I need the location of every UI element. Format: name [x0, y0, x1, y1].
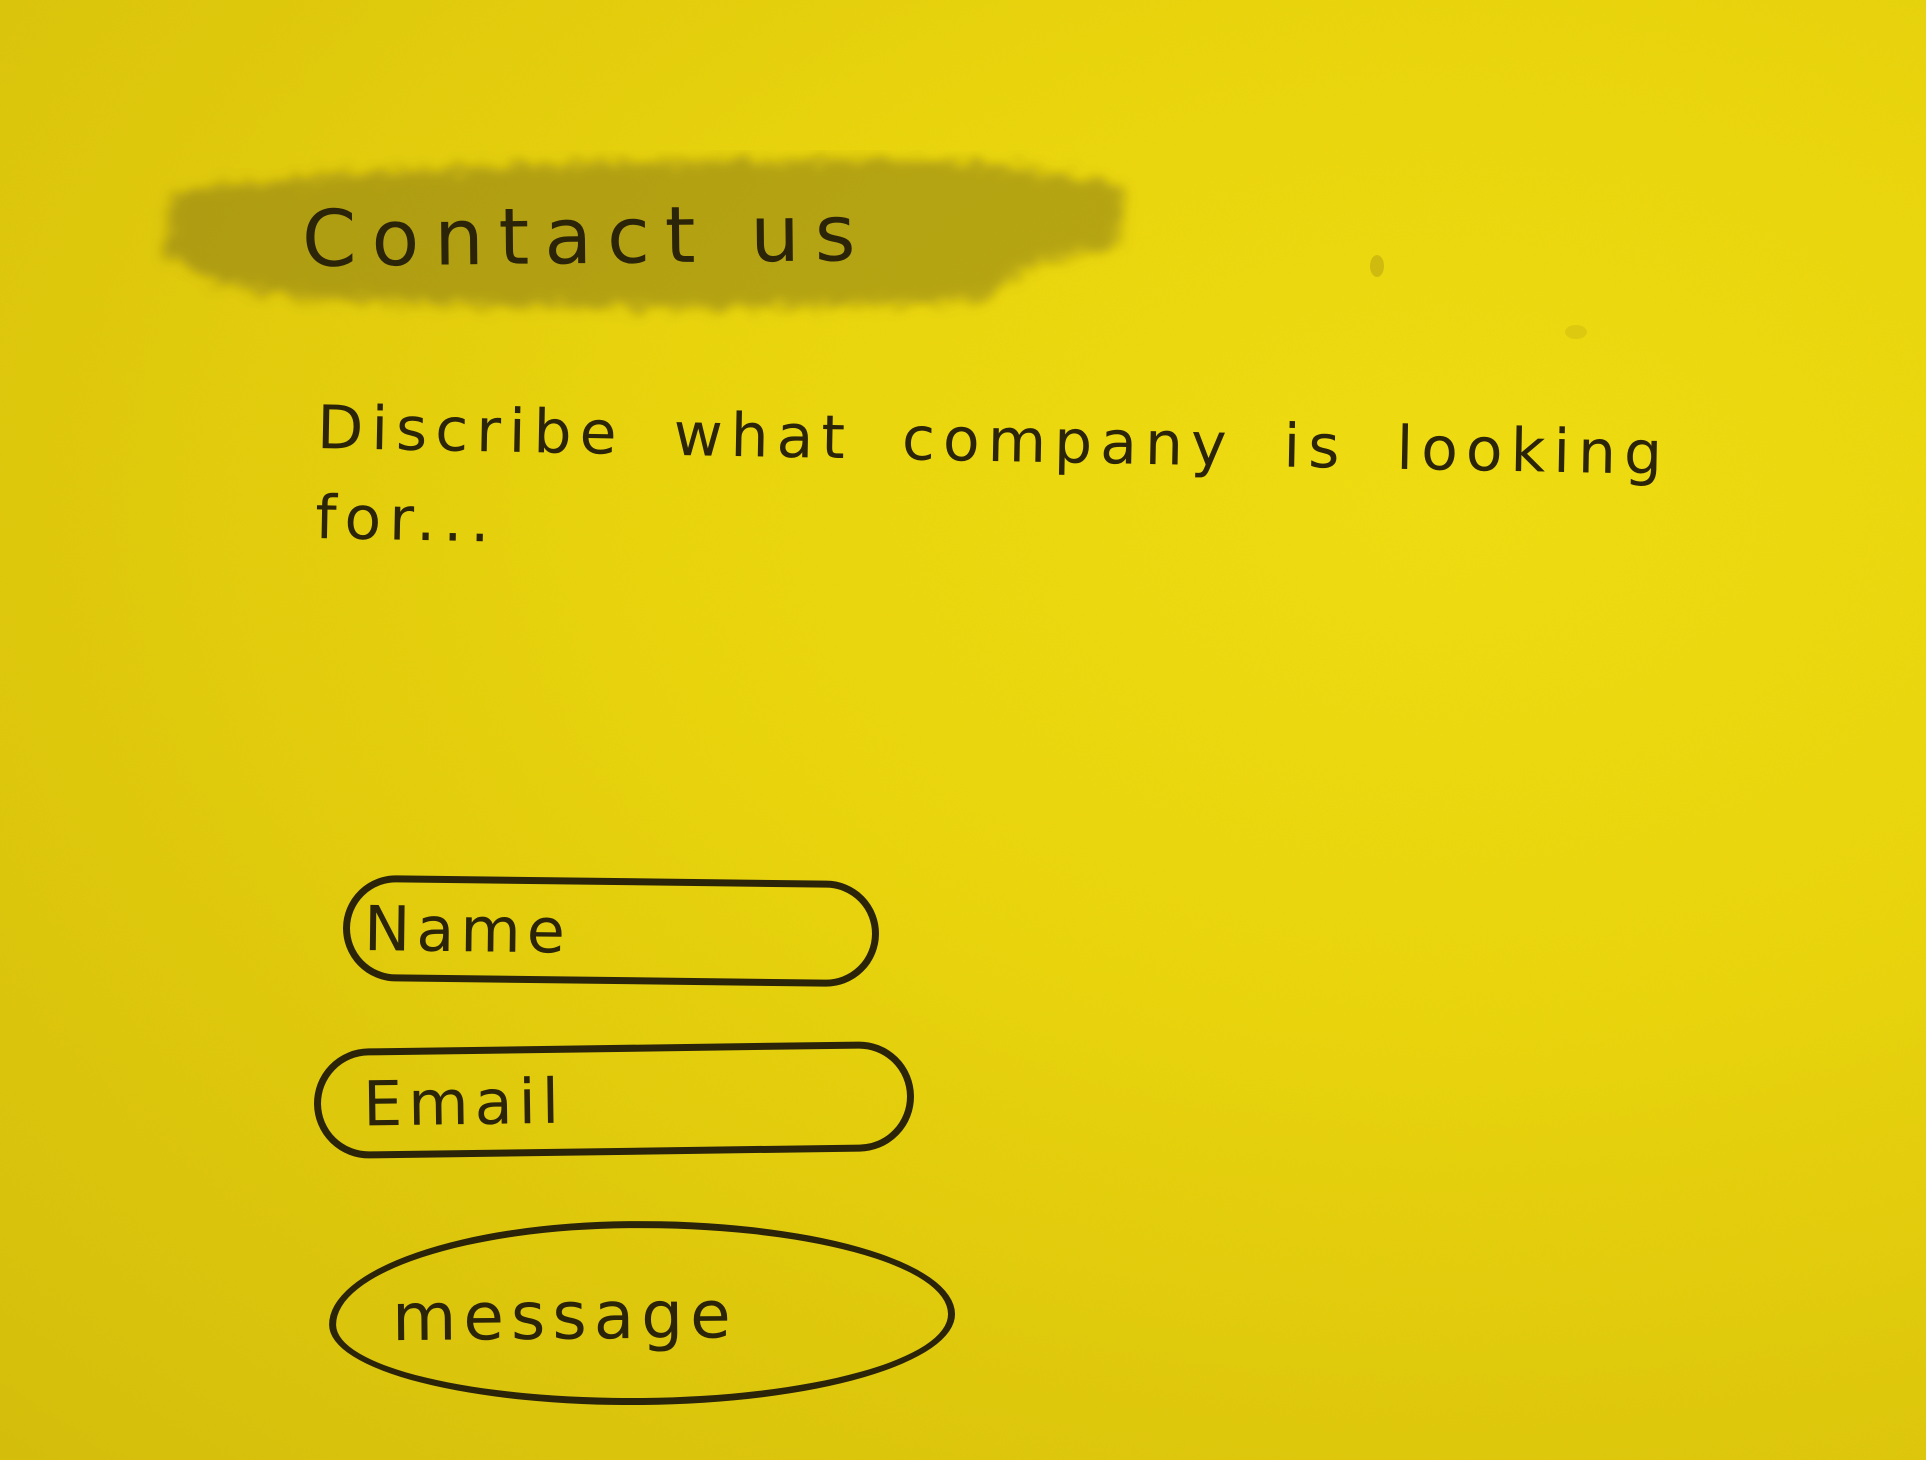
page-description: Discribe what company is looking for...	[314, 392, 1671, 557]
message-field[interactable]	[328, 1218, 956, 1408]
email-field[interactable]	[313, 1040, 915, 1160]
name-field[interactable]	[342, 874, 880, 988]
page-title: Contact us	[301, 189, 871, 285]
paper-speck	[1370, 255, 1384, 277]
title-block: Contact us	[150, 150, 1140, 330]
paper-speck	[1565, 325, 1587, 339]
